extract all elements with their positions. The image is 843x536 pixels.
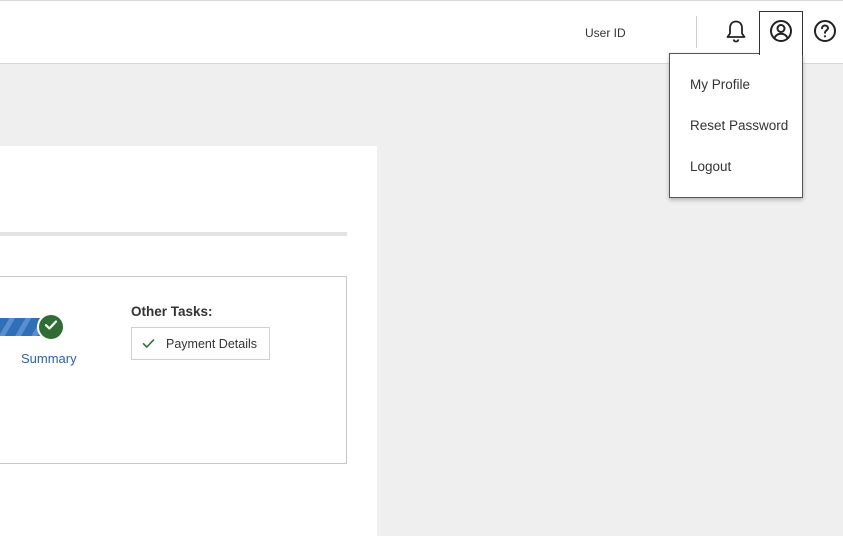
menu-item-my-profile[interactable]: My Profile — [690, 76, 750, 94]
question-circle-icon — [813, 19, 837, 48]
check-icon — [44, 318, 58, 336]
menu-item-reset-password[interactable]: Reset Password — [690, 117, 788, 135]
summary-step-link[interactable]: Summary — [21, 351, 77, 366]
profile-menu-button[interactable] — [759, 11, 803, 55]
header-divider — [696, 16, 697, 48]
bell-icon — [725, 19, 747, 48]
menu-item-logout[interactable]: Logout — [690, 158, 731, 176]
user-circle-icon — [769, 19, 793, 48]
section-divider — [0, 232, 347, 236]
task-chip-label: Payment Details — [166, 336, 258, 351]
main-content-panel: Summary Other Tasks: Payment Details — [0, 146, 377, 536]
help-button[interactable] — [804, 12, 843, 54]
other-tasks-heading: Other Tasks: — [131, 304, 213, 319]
task-progress-card: Summary Other Tasks: Payment Details — [0, 276, 347, 464]
step-complete-badge — [37, 313, 65, 341]
task-chip-payment-details[interactable]: Payment Details — [131, 327, 270, 360]
user-id-label: User ID — [585, 26, 626, 40]
notifications-button[interactable] — [715, 12, 757, 54]
check-icon — [142, 337, 156, 351]
profile-dropdown-menu: My Profile Reset Password Logout — [669, 53, 803, 198]
